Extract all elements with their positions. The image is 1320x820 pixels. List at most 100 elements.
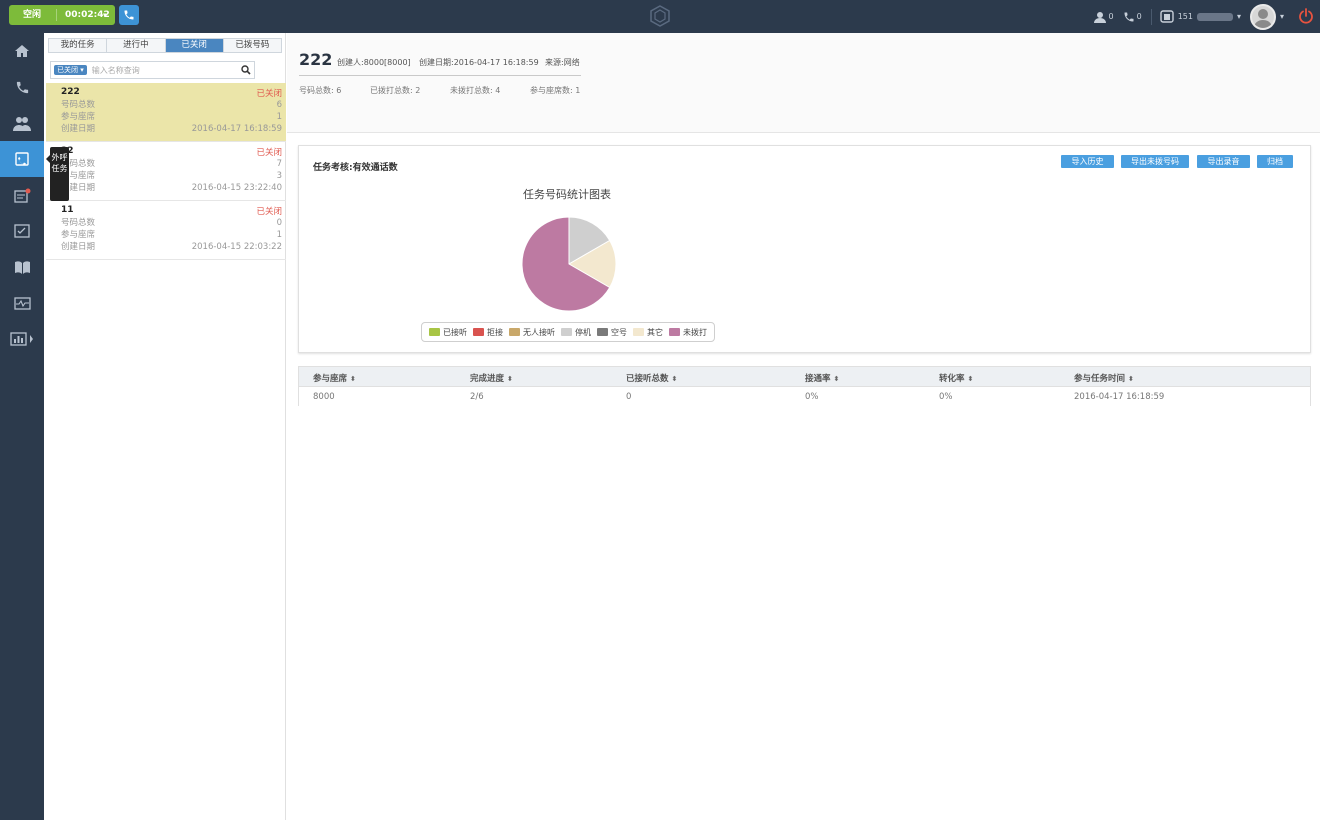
status-filter-dropdown[interactable]: 已关闭 ▾ bbox=[54, 65, 87, 75]
knowledge-icon bbox=[14, 261, 30, 274]
online-agents-indicator[interactable]: 0 bbox=[1093, 11, 1114, 23]
task-total-value: 0 bbox=[276, 218, 282, 228]
sort-icon[interactable]: ⬍ bbox=[350, 375, 356, 383]
column-header[interactable]: 参与任务时间 ⬍ bbox=[1074, 372, 1134, 384]
export-recordings-button[interactable]: 导出录音 bbox=[1197, 155, 1250, 168]
export-undialed-button[interactable]: 导出未拨号码 bbox=[1121, 155, 1189, 168]
task-total-value: 7 bbox=[276, 159, 282, 169]
ticket-icon bbox=[13, 188, 30, 203]
task-creator: 创建人:8000[8000] bbox=[337, 58, 411, 67]
nav-tickets[interactable] bbox=[0, 177, 44, 213]
sort-icon[interactable]: ⬍ bbox=[1128, 375, 1134, 383]
tab-in-progress[interactable]: 进行中 bbox=[107, 39, 166, 52]
nav-phone[interactable] bbox=[0, 69, 44, 105]
legend-swatch bbox=[597, 328, 608, 336]
tab-closed[interactable]: 已关闭 bbox=[165, 39, 224, 52]
nav-reports[interactable] bbox=[0, 321, 44, 357]
sort-icon[interactable]: ⬍ bbox=[968, 375, 974, 383]
outbound-task-icon bbox=[15, 152, 29, 166]
stat-undialed: 未拨打总数: 4 bbox=[450, 86, 501, 95]
task-search-box: 已关闭 ▾ 输入名称查询 bbox=[50, 61, 255, 79]
task-date-label: 创建日期 bbox=[61, 124, 96, 134]
tab-my-tasks[interactable]: 我的任务 bbox=[49, 39, 108, 52]
column-header[interactable]: 已接听总数 ⬍ bbox=[626, 372, 677, 384]
table-row[interactable]: 8000 2/6 0 0% 0% 2016-04-17 16:18:59 bbox=[299, 387, 1310, 406]
contacts-icon bbox=[13, 116, 31, 131]
column-label: 已接听总数 bbox=[626, 374, 669, 384]
task-source: 来源:网络 bbox=[545, 58, 580, 67]
nav-contacts[interactable] bbox=[0, 105, 44, 141]
sort-icon[interactable]: ⬍ bbox=[507, 375, 513, 383]
task-date-value: 2016-04-15 23:22:40 bbox=[191, 183, 282, 193]
top-bar: 空闲 00:02:42 ▾ 0 0 151 ▾ ▾ bbox=[0, 0, 1320, 33]
task-seats-value: 3 bbox=[276, 171, 282, 181]
list-item[interactable]: 22 已关闭 号码总数7 参与座席3 创建日期2016-04-15 23:22:… bbox=[46, 142, 286, 201]
extension-selector[interactable]: 151 ▾ bbox=[1159, 10, 1241, 23]
legend-swatch bbox=[473, 328, 484, 336]
extension-number: 151 bbox=[1177, 12, 1193, 21]
task-seats-value: 1 bbox=[276, 112, 282, 122]
dial-phone-button[interactable] bbox=[119, 5, 139, 25]
table-header: 参与座席 ⬍ 完成进度 ⬍ 已接听总数 ⬍ 接通率 ⬍ 转化率 ⬍ 参与任务时间 ⬍ bbox=[299, 367, 1310, 387]
sort-icon[interactable]: ⬍ bbox=[834, 375, 840, 383]
archive-button[interactable]: 归档 bbox=[1257, 155, 1293, 168]
task-tabs: 我的任务 进行中 已关闭 已拨号码 bbox=[48, 38, 282, 53]
nav-knowledge[interactable] bbox=[0, 249, 44, 285]
column-header[interactable]: 完成进度 ⬍ bbox=[470, 372, 513, 384]
nav-monitor[interactable] bbox=[0, 285, 44, 321]
list-item[interactable]: 222 已关闭 号码总数 6 参与座席 1 创建日期 2016-04-17 16:18… bbox=[46, 83, 286, 142]
power-icon[interactable] bbox=[1298, 7, 1314, 26]
legend-item[interactable]: 停机 bbox=[561, 327, 591, 338]
nav-outbound-task[interactable] bbox=[0, 141, 44, 177]
sort-icon[interactable]: ⬍ bbox=[672, 375, 678, 383]
search-input[interactable]: 输入名称查询 bbox=[92, 65, 238, 76]
legend-item[interactable]: 拒接 bbox=[473, 327, 503, 338]
legend-label: 已接听 bbox=[443, 327, 467, 337]
column-header[interactable]: 参与座席 ⬍ bbox=[313, 372, 356, 384]
task-total-label: 号码总数 bbox=[61, 100, 96, 110]
legend-item[interactable]: 未拨打 bbox=[669, 327, 707, 338]
phone-icon bbox=[1124, 12, 1134, 21]
active-calls-indicator[interactable]: 0 bbox=[1123, 11, 1142, 23]
task-date-value: 2016-04-15 22:03:22 bbox=[191, 242, 282, 252]
legend-item[interactable]: 已接听 bbox=[429, 327, 467, 338]
chart-legend: 已接听 拒接 无人接听 停机 空号 其它 未拨打 bbox=[421, 322, 715, 342]
status-timer: 00:02:42 bbox=[65, 10, 110, 20]
legend-item[interactable]: 其它 bbox=[633, 327, 663, 338]
tab-dialed-numbers[interactable]: 已拨号码 bbox=[223, 39, 281, 52]
legend-item[interactable]: 空号 bbox=[597, 327, 627, 338]
legend-label: 无人接听 bbox=[523, 327, 555, 337]
task-name: 22 bbox=[61, 146, 282, 158]
legend-label: 其它 bbox=[647, 327, 663, 337]
table-cell: 0% bbox=[805, 392, 819, 402]
agent-status-label: 空闲 bbox=[9, 9, 57, 21]
task-created-date: 创建日期:2016-04-17 16:18:59 bbox=[419, 58, 539, 67]
chart-title: 任务号码统计图表 bbox=[523, 188, 611, 201]
task-total-value: 6 bbox=[276, 100, 282, 110]
avatar[interactable] bbox=[1249, 3, 1276, 30]
search-icon[interactable] bbox=[238, 65, 254, 75]
import-history-button[interactable]: 导入历史 bbox=[1061, 155, 1114, 168]
nav-checklist[interactable] bbox=[0, 213, 44, 249]
chevron-down-icon[interactable]: ▾ bbox=[1280, 12, 1284, 21]
column-header[interactable]: 转化率 ⬍ bbox=[939, 372, 973, 384]
list-item[interactable]: 11 已关闭 号码总数 0 参与座席 1 创建日期 2016-04-15 22:03:… bbox=[46, 201, 286, 260]
phone-icon bbox=[124, 10, 134, 20]
chart-card: 任务考核:有效通话数 导入历史 导出未拨号码 导出录音 归档 任务号码统计图表 … bbox=[298, 145, 1311, 353]
legend-label: 未拨打 bbox=[683, 327, 707, 337]
column-header[interactable]: 接通率 ⬍ bbox=[805, 372, 839, 384]
nav-home[interactable] bbox=[0, 33, 44, 69]
agent-status-button[interactable]: 空闲 00:02:42 ▾ bbox=[9, 5, 115, 25]
stat-seats: 参与座席数: 1 bbox=[530, 86, 581, 95]
card-title: 任务考核:有效通话数 bbox=[313, 163, 398, 173]
legend-swatch bbox=[509, 328, 520, 336]
nav-tooltip: 外呼任务 bbox=[46, 147, 69, 201]
status-badge: 已关闭 bbox=[256, 89, 282, 99]
task-name: 222 bbox=[61, 87, 80, 97]
page-title: 222 bbox=[299, 50, 333, 69]
legend-item[interactable]: 无人接听 bbox=[509, 327, 555, 338]
table-cell: 2016-04-17 16:18:59 bbox=[1074, 392, 1165, 402]
agents-icon bbox=[1093, 11, 1106, 23]
stat-total-numbers: 号码总数: 6 bbox=[299, 86, 342, 95]
table-cell: 2/6 bbox=[470, 392, 484, 402]
